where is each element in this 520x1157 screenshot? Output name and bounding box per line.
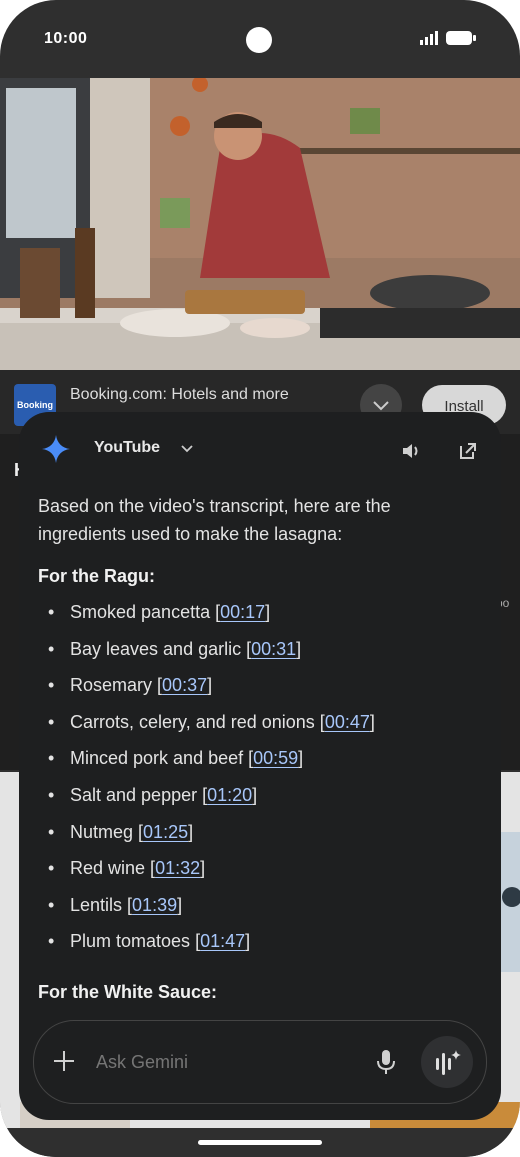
video-frame-thumbnail: [0, 78, 520, 370]
gemini-panel: YouTube Based on the video's transcript,…: [19, 412, 501, 1120]
ad-title: Booking.com: Hotels and more: [70, 386, 289, 403]
chevron-down-icon[interactable]: [179, 440, 195, 456]
ingredient-text: Lentils: [70, 894, 123, 915]
list-item: • Smoked pancetta [00:17]: [48, 602, 271, 622]
open-external-icon[interactable]: [457, 440, 479, 462]
ingredient-text: Plum tomatoes: [70, 931, 191, 952]
timestamp-link[interactable]: 00:37: [162, 675, 207, 695]
list-item: • Nutmeg [01:25]: [48, 821, 194, 842]
timestamp-link[interactable]: 01:39: [132, 895, 177, 915]
gemini-star-icon: [42, 435, 70, 463]
timestamp-link[interactable]: 00:59: [253, 748, 298, 768]
gemini-live-icon: [436, 1050, 461, 1075]
ingredient-text: Rosemary: [70, 675, 153, 696]
list-item: • Bay leaves and garlic [00:31]: [48, 638, 302, 659]
ingredient-text: Carrots, celery, and red onions: [70, 711, 315, 732]
list-item: • Plum tomatoes [01:47]: [48, 931, 251, 952]
source-label[interactable]: YouTube: [94, 439, 160, 457]
list-item: • Carrots, celery, and red onions [00:47]: [48, 711, 375, 732]
ingredient-text: Smoked pancetta: [70, 602, 211, 622]
timestamp-link[interactable]: 00:31: [251, 639, 296, 659]
home-indicator[interactable]: [198, 1140, 322, 1145]
ingredient-text: Bay leaves and garlic: [70, 638, 242, 659]
section-title-ragu: For the Ragu:: [38, 566, 155, 586]
section-title-white-sauce: For the White Sauce:: [38, 981, 218, 1002]
gemini-response: Based on the video's transcript, here ar…: [38, 492, 478, 1014]
ingredient-list-ragu: • Smoked pancetta [00:17] • Bay leaves and…: [38, 598, 478, 964]
phone-frame: 10:00 Booking Booking.com: Hotels and mo…: [0, 0, 520, 1157]
timestamp-link[interactable]: 00:17: [220, 602, 265, 622]
ask-gemini-bar[interactable]: [33, 1020, 487, 1104]
list-item: • Minced pork and beef [00:59]: [48, 748, 304, 769]
camera-cutout: [246, 27, 272, 53]
ingredient-text: Red wine: [70, 858, 146, 879]
timestamp-link[interactable]: 01:32: [155, 858, 200, 878]
timestamp-link[interactable]: 01:47: [200, 931, 245, 951]
timestamp-link[interactable]: 01:20: [207, 785, 252, 805]
timestamp-link[interactable]: 00:47: [325, 712, 370, 732]
signal-icon: [420, 31, 438, 45]
gemini-live-button[interactable]: [421, 1036, 473, 1088]
list-item: • Rosemary [00:37]: [48, 675, 213, 696]
list-item: • Red wine [01:32]: [48, 858, 206, 879]
ingredient-text: Salt and pepper: [70, 784, 198, 805]
list-item: • Salt and pepper [01:20]: [48, 784, 258, 805]
timestamp-link[interactable]: 01:25: [143, 822, 188, 842]
status-time: 10:00: [44, 30, 88, 47]
ingredient-text: Minced pork and beef: [70, 748, 244, 769]
mic-icon[interactable]: [374, 1049, 398, 1075]
response-intro: Based on the video's transcript, here ar…: [38, 496, 391, 544]
ingredient-text: Nutmeg: [70, 821, 134, 842]
list-item: • Lentils [01:39]: [48, 894, 183, 915]
speaker-icon[interactable]: [400, 440, 422, 462]
battery-icon: [446, 31, 476, 45]
ask-gemini-input[interactable]: [94, 1051, 358, 1074]
video-player[interactable]: [0, 78, 520, 370]
plus-icon[interactable]: [52, 1049, 76, 1073]
gemini-panel-header: YouTube: [19, 412, 501, 486]
status-bar: 10:00: [0, 0, 520, 78]
